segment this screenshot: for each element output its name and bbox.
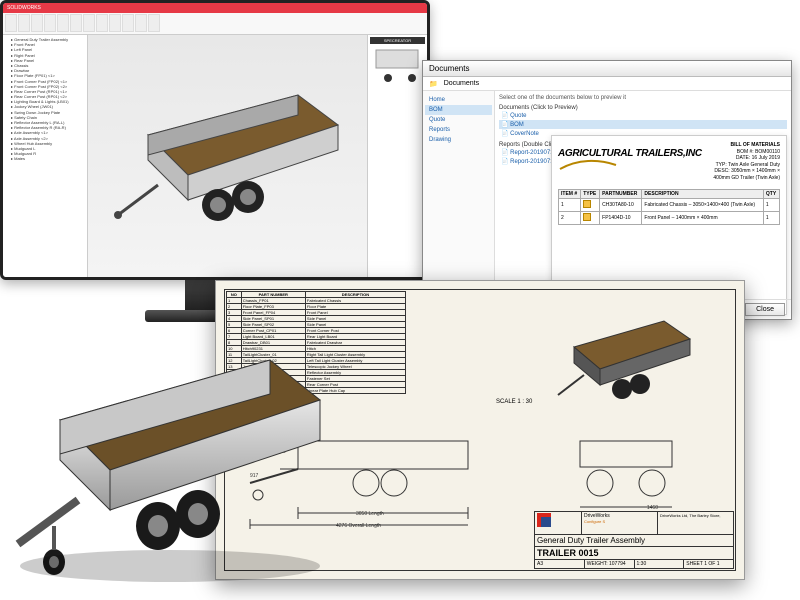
bom-col-header: PARTNUMBER bbox=[600, 190, 642, 199]
part-icon bbox=[583, 200, 591, 208]
drawing-title: General Duty Trailer Assembly bbox=[535, 535, 733, 546]
feather-icon bbox=[558, 159, 618, 173]
ribbon-button[interactable] bbox=[122, 14, 134, 32]
ribbon-button[interactable] bbox=[57, 14, 69, 32]
ribbon-button[interactable] bbox=[109, 14, 121, 32]
breadcrumb[interactable]: Documents bbox=[444, 80, 479, 87]
ribbon-button[interactable] bbox=[148, 14, 160, 32]
ribbon-button[interactable] bbox=[96, 14, 108, 32]
title-block-size: A3 bbox=[535, 560, 584, 568]
task-pane-brand: SPECREATOR bbox=[370, 37, 425, 44]
documents-sidebar-item[interactable]: Reports bbox=[425, 125, 492, 135]
title-block-logo-sub: Configure S bbox=[584, 519, 655, 524]
drawing-iso-view-icon bbox=[544, 297, 704, 407]
bom-row: 2FP1404D-10Front Panel – 1400mm × 400mm1 bbox=[559, 212, 780, 225]
bom-company-name: AGRICULTURAL TRAILERS,INC bbox=[558, 148, 702, 159]
folder-icon: 📁 bbox=[429, 80, 438, 88]
drawing-scale-note: SCALE 1 : 30 bbox=[496, 399, 532, 405]
bom-table: ITEM #TYPEPARTNUMBERDESCRIPTIONQTY 1CH30… bbox=[558, 189, 780, 225]
cad-task-pane[interactable]: SPECREATOR bbox=[367, 35, 427, 277]
documents-sidebar: HomeBOMQuoteReportsDrawing bbox=[423, 91, 495, 299]
feature-tree[interactable]: ▸ General Duty Trailer Assembly▸ Front P… bbox=[3, 35, 88, 277]
ribbon-button[interactable] bbox=[44, 14, 56, 32]
bom-col-header: TYPE bbox=[581, 190, 600, 199]
close-button[interactable]: Close bbox=[745, 303, 785, 316]
title-block-sheet: SHEET 1 OF 1 bbox=[683, 560, 733, 568]
cad-titlebar: SOLIDWORKS bbox=[3, 3, 427, 13]
cad-app-title: SOLIDWORKS bbox=[7, 5, 41, 11]
documents-window-title: Documents bbox=[429, 64, 469, 73]
drawing-title-block: DriveWorks Configure S DriveWorks Ltd, T… bbox=[534, 511, 734, 569]
foreground-trailer-render-icon bbox=[0, 330, 330, 590]
part-icon bbox=[583, 213, 591, 221]
dim-length: 3050 Length bbox=[356, 511, 384, 517]
cad-viewport[interactable] bbox=[88, 35, 367, 277]
ribbon-button[interactable] bbox=[31, 14, 43, 32]
bom-row: 1CH30TA80-10Fabricated Chassis – 3050×14… bbox=[559, 199, 780, 212]
ribbon-button[interactable] bbox=[83, 14, 95, 32]
documents-sidebar-item[interactable]: BOM bbox=[425, 105, 492, 115]
document-row[interactable]: 📄 BOM bbox=[499, 120, 787, 129]
documents-main: Select one of the documents below to pre… bbox=[495, 91, 791, 299]
trailer-model-icon bbox=[98, 55, 358, 255]
dim-overall: 4276 Overall Length bbox=[336, 523, 381, 529]
ribbon-button[interactable] bbox=[135, 14, 147, 32]
documents-sidebar-item[interactable]: Drawing bbox=[425, 135, 492, 145]
drawing-name: TRAILER 0015 bbox=[535, 547, 733, 559]
feature-tree-item[interactable]: ▸ Mates bbox=[5, 156, 85, 161]
bom-col-header: ITEM # bbox=[559, 190, 581, 199]
title-block-address: DriveWorks Ltd, The Barley Store, bbox=[657, 512, 733, 534]
documents-sidebar-item[interactable]: Home bbox=[425, 95, 492, 105]
cad-ribbon bbox=[3, 13, 427, 35]
driveworks-logo-icon bbox=[537, 513, 579, 531]
documents-hint: Select one of the documents below to pre… bbox=[499, 95, 787, 101]
documents-sidebar-item[interactable]: Quote bbox=[425, 115, 492, 125]
documents-titlebar[interactable]: Documents bbox=[423, 61, 791, 77]
ribbon-button[interactable] bbox=[70, 14, 82, 32]
title-block-scale: 1:30 bbox=[634, 560, 684, 568]
bom-col-header: QTY bbox=[763, 190, 779, 199]
task-pane-preview-icon bbox=[370, 44, 424, 84]
cad-window: SOLIDWORKS ▸ General Duty Trailer Assemb… bbox=[0, 0, 430, 280]
document-row[interactable]: 📄 Quote bbox=[499, 111, 787, 120]
ribbon-button[interactable] bbox=[18, 14, 30, 32]
bom-col-header: DESCRIPTION bbox=[642, 190, 764, 199]
documents-breadcrumb-bar: 📁 Documents bbox=[423, 77, 791, 91]
bom-meta: BILL OF MATERIALS BOM #: BOM00110 DATE: … bbox=[713, 142, 780, 181]
ribbon-button[interactable] bbox=[5, 14, 17, 32]
